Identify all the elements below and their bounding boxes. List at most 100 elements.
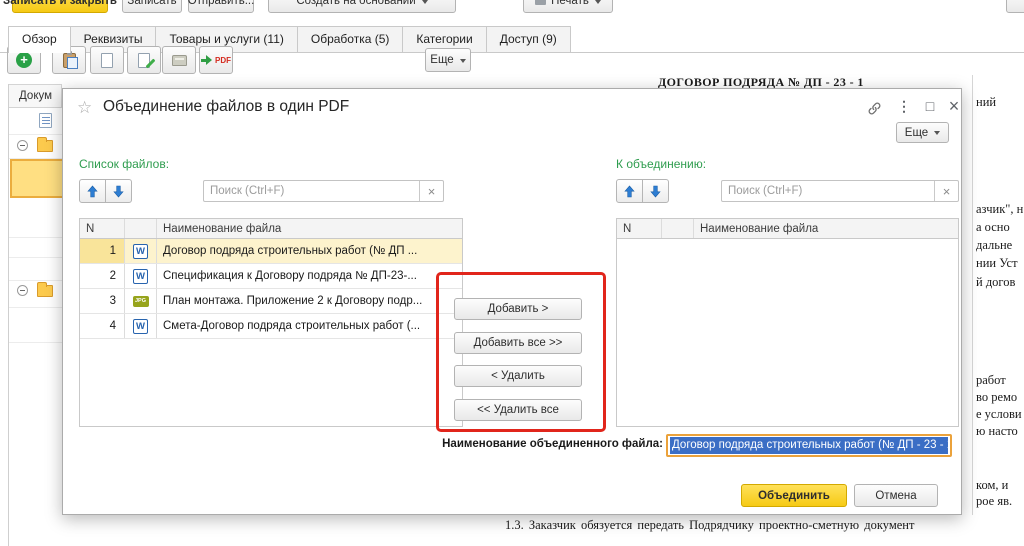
word-file-icon: W (133, 269, 148, 284)
contract-text-fragment: нии Уст (976, 256, 1018, 271)
menu-dots-icon[interactable]: ⋮ (895, 97, 913, 115)
file-list-label: Список файлов: (79, 157, 169, 171)
move-up-button[interactable] (79, 179, 106, 203)
tree-selected-row[interactable] (10, 159, 63, 198)
favorite-star-icon[interactable]: ☆ (77, 98, 92, 118)
pencil-icon (146, 58, 156, 68)
tree-row-separator (9, 280, 62, 281)
contract-text-fragment: й догов (976, 275, 1015, 290)
tree-row-separator (9, 257, 62, 258)
table-header: N Наименование файла (80, 219, 462, 239)
column-header-name: Наименование файла (694, 219, 958, 238)
toolbar-more-button[interactable]: Еще (425, 48, 471, 72)
send-button[interactable]: Отправить... (188, 0, 254, 13)
cancel-button[interactable]: Отмена (854, 484, 938, 507)
file-list-table: N Наименование файла 1 W Договор подряда… (79, 218, 463, 427)
chevron-down-icon (934, 131, 940, 138)
save-button[interactable]: Записать (122, 0, 182, 13)
row-number: 1 (80, 239, 125, 263)
create-based-on-label: Создать на основании (296, 0, 415, 7)
move-down-button[interactable] (642, 179, 669, 203)
folder-icon[interactable] (37, 285, 53, 297)
arrow-down-icon (113, 185, 124, 198)
merge-button[interactable]: Объединить (741, 484, 847, 507)
scan-button[interactable] (162, 46, 196, 74)
tab-access[interactable]: Доступ (9) (486, 26, 571, 52)
move-down-button[interactable] (105, 179, 132, 203)
word-file-icon: W (133, 319, 148, 334)
annotation-red-rectangle (436, 272, 606, 432)
left-move-buttons (79, 179, 132, 203)
table-row[interactable]: 4 W Смета-Договор подряда строительных р… (80, 314, 462, 339)
file-name: Смета-Договор подряда строительных работ… (157, 314, 462, 338)
right-search-clear-icon[interactable]: × (934, 181, 958, 201)
merge-to-pdf-button[interactable]: PDF (199, 46, 233, 74)
contract-text-fragment: азчик", н (976, 202, 1023, 217)
right-search-input[interactable] (722, 181, 934, 201)
get-link-icon[interactable] (865, 99, 883, 117)
new-document-button[interactable] (90, 46, 124, 74)
chevron-down-icon (422, 0, 428, 7)
tree-row-separator (9, 342, 62, 343)
tree-row-separator (9, 237, 62, 238)
dialog-title: Объединение файлов в один PDF (103, 98, 349, 116)
file-name: Спецификация к Договору подряда № ДП-23-… (157, 264, 462, 288)
column-header-n: N (617, 219, 662, 238)
tree-row-separator (9, 134, 62, 135)
collapse-icon[interactable] (17, 285, 28, 296)
edit-document-button[interactable] (127, 46, 161, 74)
table-row[interactable]: 1 W Договор подряда строительных работ (… (80, 239, 462, 264)
arrow-up-icon (624, 185, 635, 198)
maximize-icon[interactable]: □ (921, 97, 939, 115)
arrow-down-icon (650, 185, 661, 198)
left-search-clear-icon[interactable]: × (419, 181, 443, 201)
merged-file-name-input[interactable]: Договор подряда строительных работ (№ ДП… (666, 434, 952, 457)
tree-row-separator (9, 307, 62, 308)
printer-icon (535, 0, 546, 5)
column-header-name: Наименование файла (157, 219, 462, 238)
row-number: 4 (80, 314, 125, 338)
save-label: Записать (127, 0, 176, 7)
contract-text-fragment: ком, и (976, 478, 1008, 493)
right-search-box: × (721, 180, 959, 202)
tab-overview[interactable]: Обзор (8, 26, 71, 53)
toolbar-more-label: Еще (430, 54, 453, 66)
contract-text-fragment: а осно (976, 220, 1010, 235)
contract-text-fragment: рое яв. (976, 494, 1012, 509)
print-button[interactable]: Печать (523, 0, 613, 13)
arrow-up-icon (87, 185, 98, 198)
table-row[interactable]: 3 JPG План монтажа. Приложение 2 к Догов… (80, 289, 462, 314)
file-name: План монтажа. Приложение 2 к Договору по… (157, 289, 462, 313)
plus-icon: + (16, 52, 32, 68)
contract-text-fragment: работ (976, 373, 1006, 388)
tab-processing[interactable]: Обработка (5) (297, 26, 404, 52)
merge-list-table: N Наименование файла (616, 218, 959, 427)
left-search-input[interactable] (204, 181, 419, 201)
dialog-more-button[interactable]: Еще (896, 122, 949, 143)
left-search-box: × (203, 180, 444, 202)
contract-text-fragment: ний (976, 95, 996, 110)
jpg-file-icon: JPG (133, 296, 149, 307)
save-and-close-button[interactable]: Записать и закрыть (12, 0, 108, 13)
file-name: Договор подряда строительных работ (№ ДП… (157, 239, 462, 263)
contract-text-fragment: е услови (976, 407, 1022, 422)
column-header-icon (662, 219, 694, 238)
chevron-down-icon (460, 59, 466, 66)
move-up-button[interactable] (616, 179, 643, 203)
row-number: 3 (80, 289, 125, 313)
merged-file-name-value: Договор подряда строительных работ (№ ДП… (670, 437, 948, 454)
clipped-right-button[interactable] (1006, 0, 1024, 13)
merge-list-label: К объединению: (616, 157, 706, 171)
collapse-icon[interactable] (17, 140, 28, 151)
create-based-on-button[interactable]: Создать на основании (268, 0, 456, 13)
table-row[interactable]: 2 W Спецификация к Договору подряда № ДП… (80, 264, 462, 289)
column-header-n: N (80, 219, 125, 238)
dialog-more-label: Еще (905, 127, 928, 139)
column-header-icon (125, 219, 157, 238)
contract-text-fragment: дальне (976, 238, 1012, 253)
contract-page-right: ний азчик", н а осно дальне нии Уст й до… (972, 75, 1024, 546)
merged-file-name-label: Наименование объединенного файла: (331, 438, 663, 450)
close-icon[interactable]: × (945, 97, 963, 115)
folder-icon[interactable] (37, 140, 53, 152)
document-list-icon[interactable] (39, 113, 52, 128)
